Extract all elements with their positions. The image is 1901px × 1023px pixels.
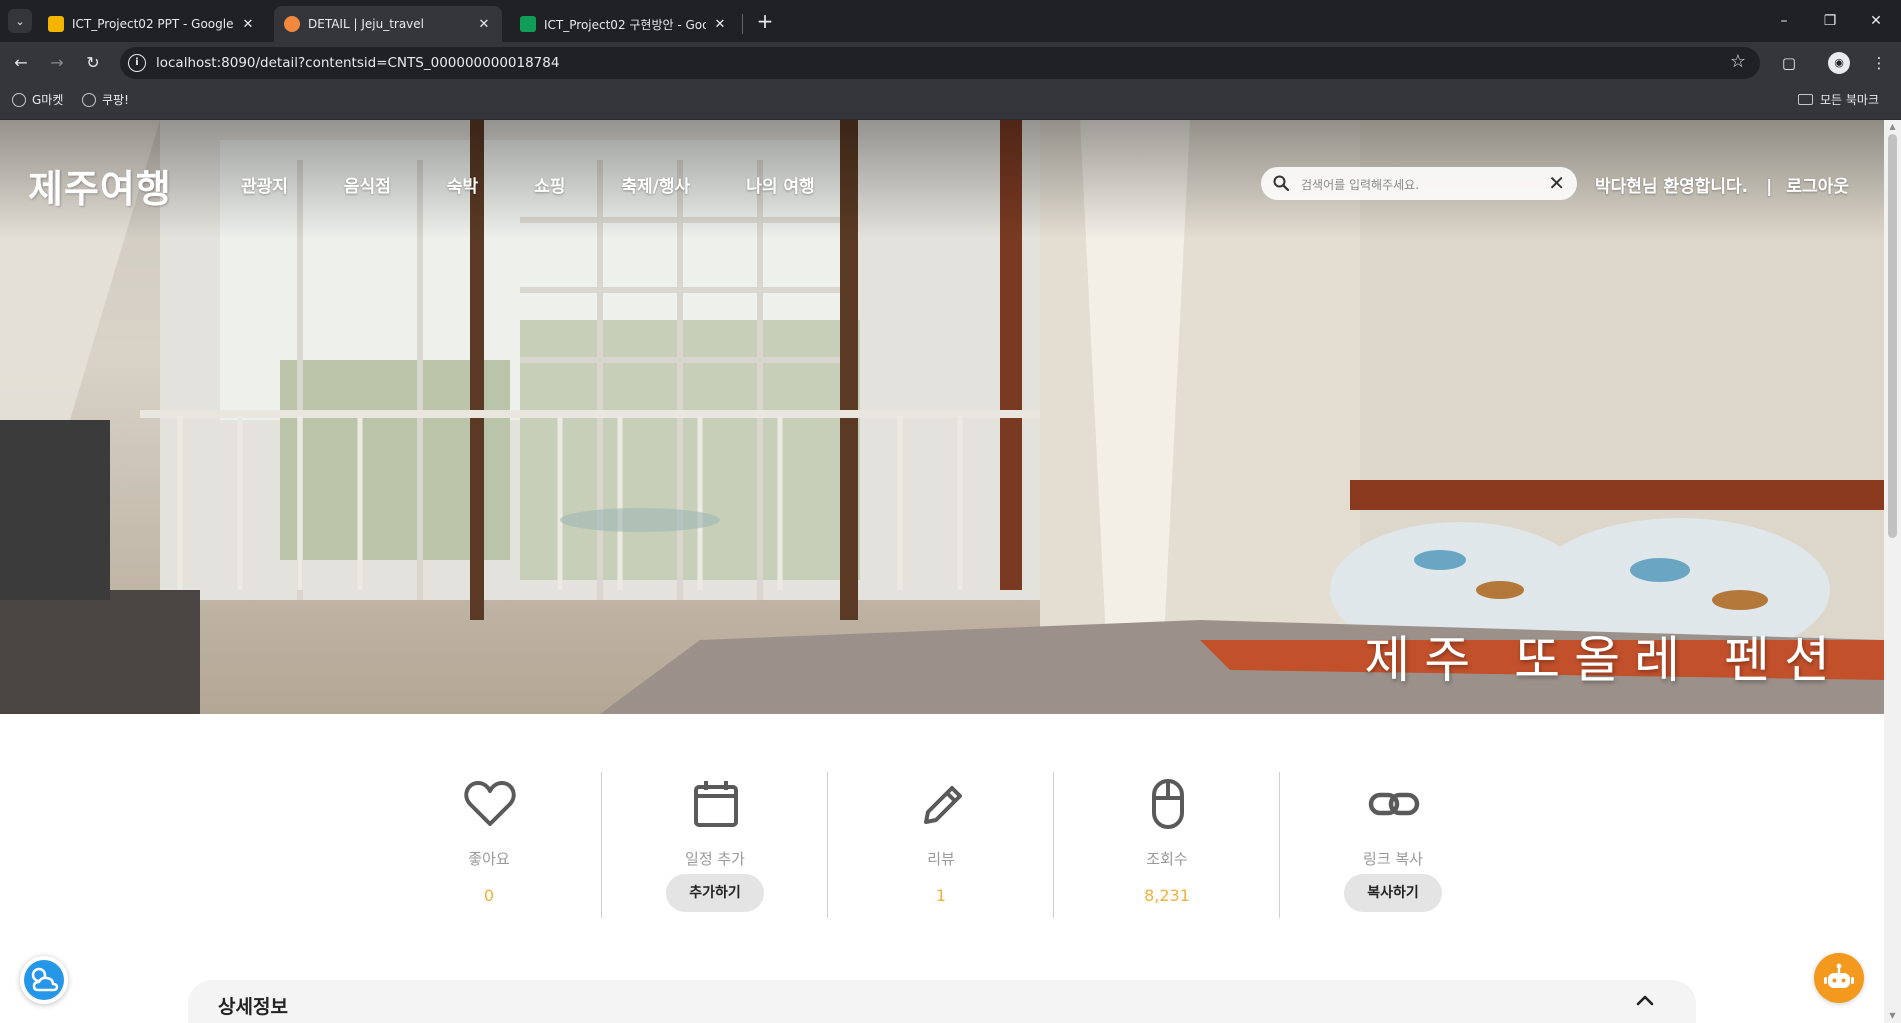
browser-tab-slides[interactable]: ICT_Project02 PPT - Google Sli ✕ xyxy=(38,6,266,42)
like-count: 0 xyxy=(483,886,495,905)
back-icon[interactable]: ← xyxy=(8,50,34,76)
weather-button[interactable] xyxy=(20,956,68,1004)
profile-avatar-icon[interactable]: ◉ xyxy=(1828,52,1850,74)
stat-label: 일정 추가 xyxy=(685,850,745,868)
bookmark-star-icon[interactable]: ☆ xyxy=(1730,51,1746,72)
extensions-icon[interactable]: ▢ xyxy=(1776,50,1802,76)
stat-like: 좋아요 0 xyxy=(376,772,602,922)
stat-label: 좋아요 xyxy=(468,850,510,868)
user-area: 박다현님 환영합니다. | 로그아웃 xyxy=(1595,172,1849,197)
all-bookmarks-button[interactable]: 모든 북마크 xyxy=(1798,91,1879,108)
nav-item-my-trip[interactable]: 나의 여행 xyxy=(746,172,814,197)
pencil-icon[interactable] xyxy=(916,778,968,830)
tab-title: ICT_Project02 PPT - Google Sli xyxy=(72,17,234,31)
main-nav: 관광지 음식점 숙박 쇼핑 축제/행사 나의 여행 xyxy=(241,172,871,197)
clear-search-icon[interactable]: ✕ xyxy=(1548,171,1565,195)
chevron-up-icon[interactable] xyxy=(1636,994,1654,1006)
review-count: 1 xyxy=(935,886,947,905)
nav-item-festivals[interactable]: 축제/행사 xyxy=(621,172,690,197)
bookmark-coupang[interactable]: 쿠팡! xyxy=(82,91,129,108)
stat-label: 링크 복사 xyxy=(1363,850,1423,868)
tangerine-favicon-icon xyxy=(284,16,300,32)
bookmark-gmarket[interactable]: G마켓 xyxy=(12,91,63,108)
browser-tab-bar: ⌄ ICT_Project02 PPT - Google Sli ✕ DETAI… xyxy=(0,0,1901,42)
heart-icon[interactable] xyxy=(464,778,516,830)
bookmark-label: 쿠팡! xyxy=(102,93,129,107)
bookmarks-bar: G마켓 쿠팡! 모든 북마크 xyxy=(0,82,1901,120)
scroll-down-icon[interactable]: ▼ xyxy=(1888,1012,1897,1020)
address-url[interactable]: localhost:8090/detail?contentsid=CNTS_00… xyxy=(156,55,559,71)
browser-tab-sheets[interactable]: ICT_Project02 구현방안 - Goog ✕ xyxy=(510,6,738,42)
slides-favicon-icon xyxy=(48,16,64,32)
minimize-icon[interactable]: – xyxy=(1769,8,1799,34)
tab-search-button[interactable]: ⌄ xyxy=(8,9,32,33)
menu-kebab-icon[interactable]: ⋮ xyxy=(1866,50,1892,76)
scroll-up-icon[interactable]: ▲ xyxy=(1888,123,1897,131)
reload-icon[interactable]: ↻ xyxy=(80,50,106,76)
stat-label: 리뷰 xyxy=(927,850,955,868)
close-window-icon[interactable]: ✕ xyxy=(1861,8,1891,34)
scrollbar-thumb[interactable] xyxy=(1888,134,1897,538)
stats-row: 좋아요 0 일정 추가 추가하기 리뷰 1 조회수 8,231 링크 복사 복사… xyxy=(376,772,1506,922)
stat-views: 조회수 8,231 xyxy=(1054,772,1280,922)
close-tab-icon[interactable]: ✕ xyxy=(240,17,256,32)
add-schedule-button[interactable]: 추가하기 xyxy=(666,874,764,912)
tab-title: ICT_Project02 구현방안 - Goog xyxy=(544,17,706,32)
view-count: 8,231 xyxy=(1144,886,1190,905)
browser-tab-detail[interactable]: DETAIL | Jeju_travel ✕ xyxy=(274,6,502,42)
stat-label: 조회수 xyxy=(1146,850,1188,868)
link-icon xyxy=(1368,792,1420,816)
nav-item-lodging[interactable]: 숙박 xyxy=(447,172,478,197)
stat-schedule: 일정 추가 추가하기 xyxy=(602,772,828,922)
welcome-text: 박다현님 환영합니다. xyxy=(1595,177,1749,197)
restore-icon[interactable]: ❐ xyxy=(1815,8,1845,34)
nav-item-restaurants[interactable]: 음식점 xyxy=(344,172,391,197)
chevron-down-icon: ⌄ xyxy=(15,14,25,28)
page-content: 제주여행 관광지 음식점 숙박 쇼핑 축제/행사 나의 여행 검색어를 입력해주… xyxy=(0,120,1884,1023)
weather-button-bg xyxy=(24,960,64,1000)
page-scrollbar[interactable]: ▲ ▼ xyxy=(1884,120,1901,1023)
search-box[interactable]: 검색어를 입력해주세요. ✕ xyxy=(1261,167,1577,200)
user-separator: | xyxy=(1766,177,1773,197)
calendar-icon xyxy=(694,781,738,827)
mouse-icon xyxy=(1152,779,1184,829)
browser-toolbar: ← → ↻ i localhost:8090/detail?contentsid… xyxy=(0,42,1901,82)
chatbot-button[interactable] xyxy=(1814,953,1864,1003)
search-input[interactable]: 검색어를 입력해주세요. xyxy=(1301,176,1419,193)
globe-icon xyxy=(12,92,26,107)
hero-banner: 제주여행 관광지 음식점 숙박 쇼핑 축제/행사 나의 여행 검색어를 입력해주… xyxy=(0,120,1884,714)
site-logo[interactable]: 제주여행 xyxy=(28,158,172,213)
forward-icon[interactable]: → xyxy=(44,50,70,76)
globe-icon xyxy=(82,92,96,107)
close-tab-icon[interactable]: ✕ xyxy=(476,17,492,32)
copy-link-button[interactable]: 복사하기 xyxy=(1344,874,1442,912)
tab-divider xyxy=(742,14,743,34)
stat-review: 리뷰 1 xyxy=(828,772,1054,922)
bookmark-label: G마켓 xyxy=(32,93,64,107)
nav-item-attractions[interactable]: 관광지 xyxy=(241,172,288,197)
stat-link: 링크 복사 복사하기 xyxy=(1280,772,1506,922)
detail-accordion-header[interactable]: 상세정보 xyxy=(188,980,1696,1023)
close-tab-icon[interactable]: ✕ xyxy=(712,17,728,32)
search-icon xyxy=(1273,175,1289,191)
robot-icon xyxy=(1824,963,1854,988)
logout-link[interactable]: 로그아웃 xyxy=(1786,177,1849,197)
detail-title: 상세정보 xyxy=(218,996,288,1018)
sheets-favicon-icon xyxy=(520,16,536,32)
tab-title: DETAIL | Jeju_travel xyxy=(308,17,424,31)
bookmark-label: 모든 북마크 xyxy=(1820,93,1880,107)
place-title: 제주 또올레 펜션 xyxy=(1364,631,1844,689)
folder-icon xyxy=(1798,94,1813,105)
new-tab-button[interactable]: + xyxy=(752,9,778,35)
site-info-icon[interactable]: i xyxy=(128,54,146,72)
weather-icon xyxy=(31,967,59,992)
nav-item-shopping[interactable]: 쇼핑 xyxy=(534,172,565,197)
address-bar[interactable]: i localhost:8090/detail?contentsid=CNTS_… xyxy=(120,47,1760,79)
